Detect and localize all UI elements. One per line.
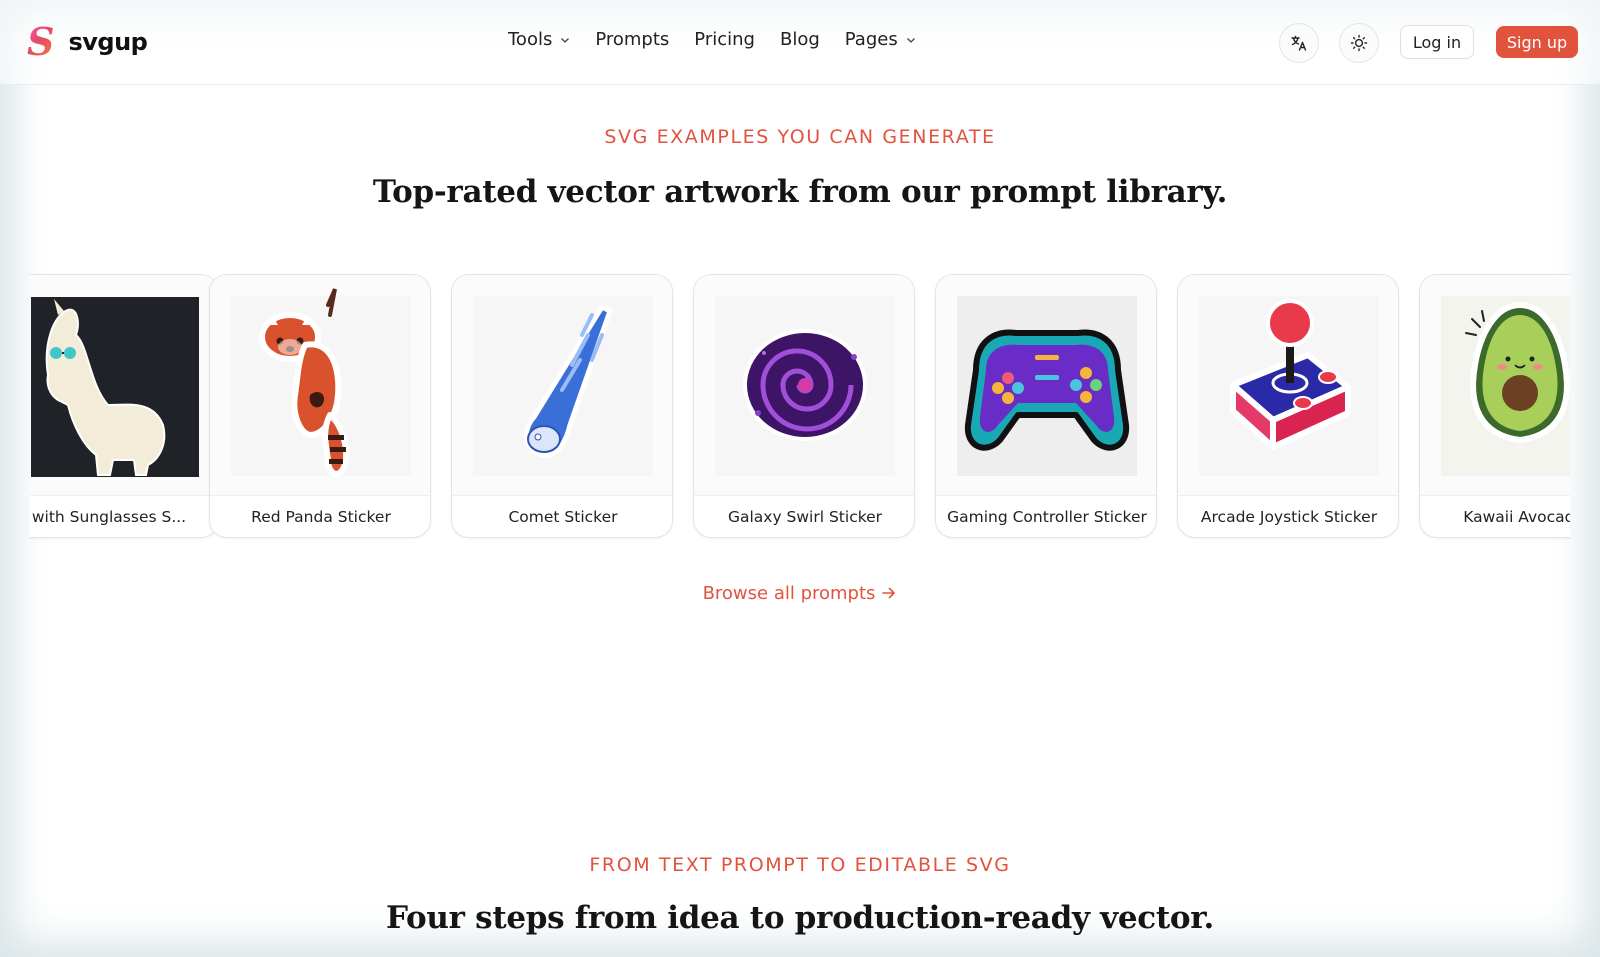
translate-icon xyxy=(1291,35,1307,51)
nav-item-pages[interactable]: Pages xyxy=(845,29,916,50)
nav-item-label: Prompts xyxy=(595,29,670,50)
nav-item-pricing[interactable]: Pricing xyxy=(694,29,755,50)
signup-button[interactable]: Sign up xyxy=(1496,26,1578,58)
card-label: with Sunglasses S... xyxy=(30,495,218,537)
example-card[interactable]: Gaming Controller Sticker xyxy=(935,274,1157,538)
galaxy-swirl-sticker xyxy=(743,329,867,441)
gaming-controller-sticker xyxy=(957,296,1137,476)
logo-mark-icon: S xyxy=(27,19,55,64)
arrow-right-icon xyxy=(882,587,896,599)
card-thumbnail xyxy=(694,275,914,495)
arcade-joystick-sticker xyxy=(1230,299,1351,450)
card-thumbnail xyxy=(452,275,672,495)
nav-item-label: Tools xyxy=(508,29,553,50)
card-thumbnail xyxy=(30,275,218,495)
language-button[interactable] xyxy=(1279,23,1319,63)
card-thumbnail xyxy=(1420,275,1570,495)
card-label: Galaxy Swirl Sticker xyxy=(694,495,914,537)
examples-headline: Top-rated vector artwork from our prompt… xyxy=(372,174,1228,210)
nav-item-label: Pricing xyxy=(694,29,755,50)
sun-icon xyxy=(1350,34,1368,52)
logo[interactable]: S svgup xyxy=(27,19,148,64)
example-card[interactable]: Red Panda Sticker xyxy=(209,274,431,538)
login-button[interactable]: Log in xyxy=(1400,25,1474,59)
examples-carousel[interactable]: with Sunglasses S... Red Panda Sticker C… xyxy=(30,274,1570,540)
chevron-down-icon xyxy=(906,37,915,43)
nav-item-label: Pages xyxy=(844,29,898,50)
nav-item-blog[interactable]: Blog xyxy=(780,29,820,50)
chevron-down-icon xyxy=(561,37,570,43)
site-header: S svgup Tools Prompts Pricing Blog Pages xyxy=(0,0,1600,85)
red-panda-sticker xyxy=(259,288,350,477)
steps-eyebrow: FROM TEXT PROMPT TO EDITABLE SVG xyxy=(589,854,1011,876)
example-card[interactable]: with Sunglasses S... xyxy=(30,274,219,538)
page: S svgup Tools Prompts Pricing Blog Pages xyxy=(0,0,1600,957)
card-thumbnail xyxy=(1178,275,1398,495)
theme-toggle-button[interactable] xyxy=(1339,23,1379,63)
browse-all-prompts-link[interactable]: Browse all prompts xyxy=(0,583,1600,604)
example-card[interactable]: Arcade Joystick Sticker xyxy=(1177,274,1399,538)
llama-sticker xyxy=(31,297,199,477)
examples-eyebrow: SVG EXAMPLES YOU CAN GENERATE xyxy=(604,126,996,148)
nav-item-tools[interactable]: Tools xyxy=(508,29,570,50)
card-thumbnail xyxy=(210,275,430,495)
card-label: Gaming Controller Sticker xyxy=(936,495,1156,537)
comet-sticker xyxy=(524,304,613,458)
main-nav: Tools Prompts Pricing Blog Pages xyxy=(508,29,941,50)
example-card[interactable]: Kawaii Avocado S xyxy=(1419,274,1570,538)
kawaii-avocado-sticker xyxy=(1465,301,1570,444)
card-label: Kawaii Avocado S xyxy=(1420,495,1570,537)
nav-item-prompts[interactable]: Prompts xyxy=(595,29,669,50)
steps-headline: Four steps from idea to production-ready… xyxy=(386,900,1214,936)
logo-text: svgup xyxy=(68,28,148,56)
example-card[interactable]: Galaxy Swirl Sticker xyxy=(693,274,915,538)
card-label: Red Panda Sticker xyxy=(210,495,430,537)
nav-item-label: Blog xyxy=(779,29,820,50)
browse-link-label: Browse all prompts xyxy=(702,583,876,604)
card-label: Comet Sticker xyxy=(452,495,672,537)
example-card[interactable]: Comet Sticker xyxy=(451,274,673,538)
card-thumbnail xyxy=(936,275,1156,495)
card-label: Arcade Joystick Sticker xyxy=(1178,495,1398,537)
